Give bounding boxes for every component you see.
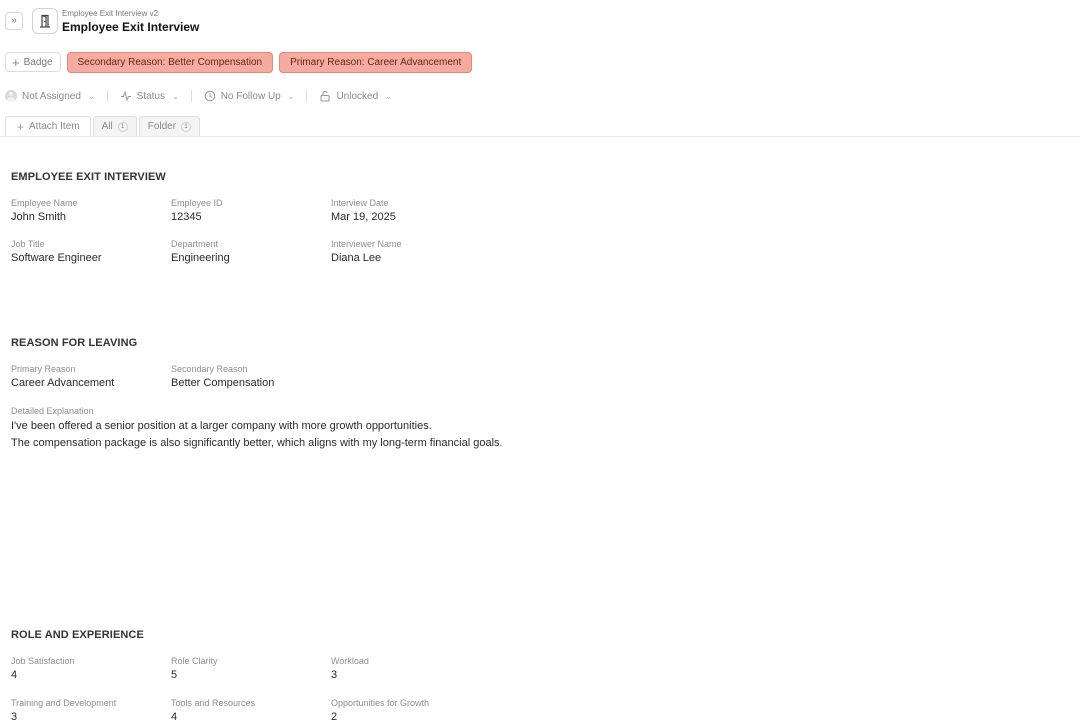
- status-dropdown[interactable]: Status ⌄: [120, 90, 179, 102]
- door-icon: [32, 8, 58, 34]
- explanation-line: I've been offered a senior position at a…: [11, 420, 432, 432]
- add-badge-label: Badge: [23, 56, 53, 68]
- field-label: Department: [171, 239, 219, 249]
- activity-icon: [120, 90, 131, 102]
- field-primary-reason: Primary Reason Career Advancement: [11, 364, 161, 389]
- tab-folder[interactable]: Folder 1: [138, 116, 201, 136]
- assignee-dropdown[interactable]: Not Assigned ⌄: [5, 90, 95, 102]
- avatar-icon: [5, 90, 17, 102]
- field-interview-date: Interview Date Mar 19, 2025: [331, 198, 481, 223]
- field-value: 12345: [171, 211, 202, 223]
- separator: [306, 90, 308, 102]
- field-label: Job Satisfaction: [11, 656, 75, 666]
- page-title: Employee Exit Interview: [62, 20, 200, 34]
- attach-item-button[interactable]: + Attach Item: [5, 116, 91, 136]
- tab-bar: + Attach Item All 1 Folder 1: [5, 116, 201, 136]
- section-employee-exit-interview: EMPLOYEE EXIT INTERVIEW Employee Name Jo…: [11, 171, 1011, 264]
- field-label: Tools and Resources: [171, 698, 256, 708]
- field-opportunities-for-growth: Opportunities for Growth 2: [331, 698, 481, 723]
- field-job-satisfaction: Job Satisfaction 4: [11, 656, 161, 681]
- field-value: 4: [171, 711, 178, 723]
- field-label: Opportunities for Growth: [331, 698, 430, 708]
- badge-secondary-reason[interactable]: Secondary Reason: Better Compensation: [66, 52, 274, 73]
- field-value: Mar 19, 2025: [331, 211, 396, 223]
- field-department: Department Engineering: [171, 239, 321, 264]
- chevron-down-icon: ⌄: [385, 91, 392, 101]
- follow-up-label: No Follow Up: [220, 90, 281, 102]
- page-subtitle: Employee Exit Interview v2: [62, 9, 159, 18]
- badge-primary-reason[interactable]: Primary Reason: Career Advancement: [279, 52, 473, 73]
- field-label: Employee Name: [11, 198, 78, 208]
- field-role-clarity: Role Clarity 5: [171, 656, 321, 681]
- field-value: 2: [331, 711, 338, 723]
- separator: [190, 90, 192, 102]
- field-label: Secondary Reason: [171, 364, 248, 374]
- tab-label: All: [101, 121, 113, 132]
- field-value: 5: [171, 669, 178, 681]
- section-reason-for-leaving: REASON FOR LEAVING Primary Reason Career…: [11, 337, 1011, 449]
- field-label: Role Clarity: [171, 656, 218, 666]
- status-label: Status: [136, 90, 165, 102]
- lock-label: Unlocked: [336, 90, 379, 102]
- field-label: Training and Development: [11, 698, 117, 708]
- sidebar-toggle-button[interactable]: »: [5, 12, 23, 30]
- field-interviewer-name: Interviewer Name Diana Lee: [331, 239, 481, 264]
- field-secondary-reason: Secondary Reason Better Compensation: [171, 364, 321, 389]
- field-label: Interview Date: [331, 198, 389, 208]
- lock-dropdown[interactable]: Unlocked ⌄: [319, 90, 392, 102]
- add-badge-button[interactable]: + Badge: [5, 52, 61, 72]
- field-value: Engineering: [171, 252, 230, 264]
- meta-row: Not Assigned ⌄ Status ⌄ No Follow Up ⌄ U…: [5, 88, 392, 104]
- section-title: EMPLOYEE EXIT INTERVIEW: [11, 171, 166, 183]
- chevron-down-icon: ⌄: [87, 91, 95, 101]
- field-value: Career Advancement: [11, 377, 115, 389]
- chevron-down-icon: ⌄: [287, 91, 295, 101]
- field-label: Workload: [331, 656, 369, 666]
- explanation-line: The compensation package is also signifi…: [11, 437, 503, 449]
- attach-item-label: Attach Item: [29, 121, 80, 132]
- follow-up-dropdown[interactable]: No Follow Up ⌄: [204, 90, 295, 102]
- field-job-title: Job Title Software Engineer: [11, 239, 161, 264]
- plus-icon: +: [17, 119, 25, 134]
- field-value: Software Engineer: [11, 252, 102, 264]
- field-value: 3: [11, 711, 18, 723]
- field-employee-id: Employee ID 12345: [171, 198, 321, 223]
- field-value: Better Compensation: [171, 377, 275, 389]
- field-workload: Workload 3: [331, 656, 481, 681]
- tab-divider: [0, 136, 1080, 137]
- field-employee-name: Employee Name John Smith: [11, 198, 161, 223]
- assignee-label: Not Assigned: [22, 90, 81, 102]
- field-value: 3: [331, 669, 338, 681]
- field-label: Job Title: [11, 239, 45, 249]
- tab-count-badge: 1: [181, 121, 192, 132]
- separator: [106, 90, 108, 102]
- tab-all[interactable]: All 1: [92, 116, 137, 136]
- badge-row: + Badge Secondary Reason: Better Compens…: [5, 52, 473, 73]
- field-detailed-explanation: Detailed Explanation I've been offered a…: [11, 406, 911, 452]
- field-value: 4: [11, 669, 18, 681]
- field-tools-and-resources: Tools and Resources 4: [171, 698, 321, 723]
- field-label: Interviewer Name: [331, 239, 402, 249]
- section-title: ROLE AND EXPERIENCE: [11, 629, 144, 641]
- section-title: REASON FOR LEAVING: [11, 337, 138, 349]
- field-label: Employee ID: [171, 198, 223, 208]
- field-training-and-development: Training and Development 3: [11, 698, 161, 723]
- tab-label: Folder: [147, 121, 177, 132]
- tab-count-badge: 1: [117, 121, 128, 132]
- field-value: John Smith: [11, 211, 67, 223]
- unlock-icon: [320, 90, 330, 102]
- plus-icon: +: [12, 54, 20, 70]
- field-value: Diana Lee: [331, 252, 382, 264]
- field-label: Primary Reason: [11, 364, 76, 374]
- clock-icon: [204, 90, 216, 102]
- section-role-and-experience: ROLE AND EXPERIENCE Job Satisfaction 4 R…: [11, 629, 1011, 723]
- field-label: Detailed Explanation: [11, 406, 94, 416]
- chevron-down-icon: ⌄: [172, 91, 179, 101]
